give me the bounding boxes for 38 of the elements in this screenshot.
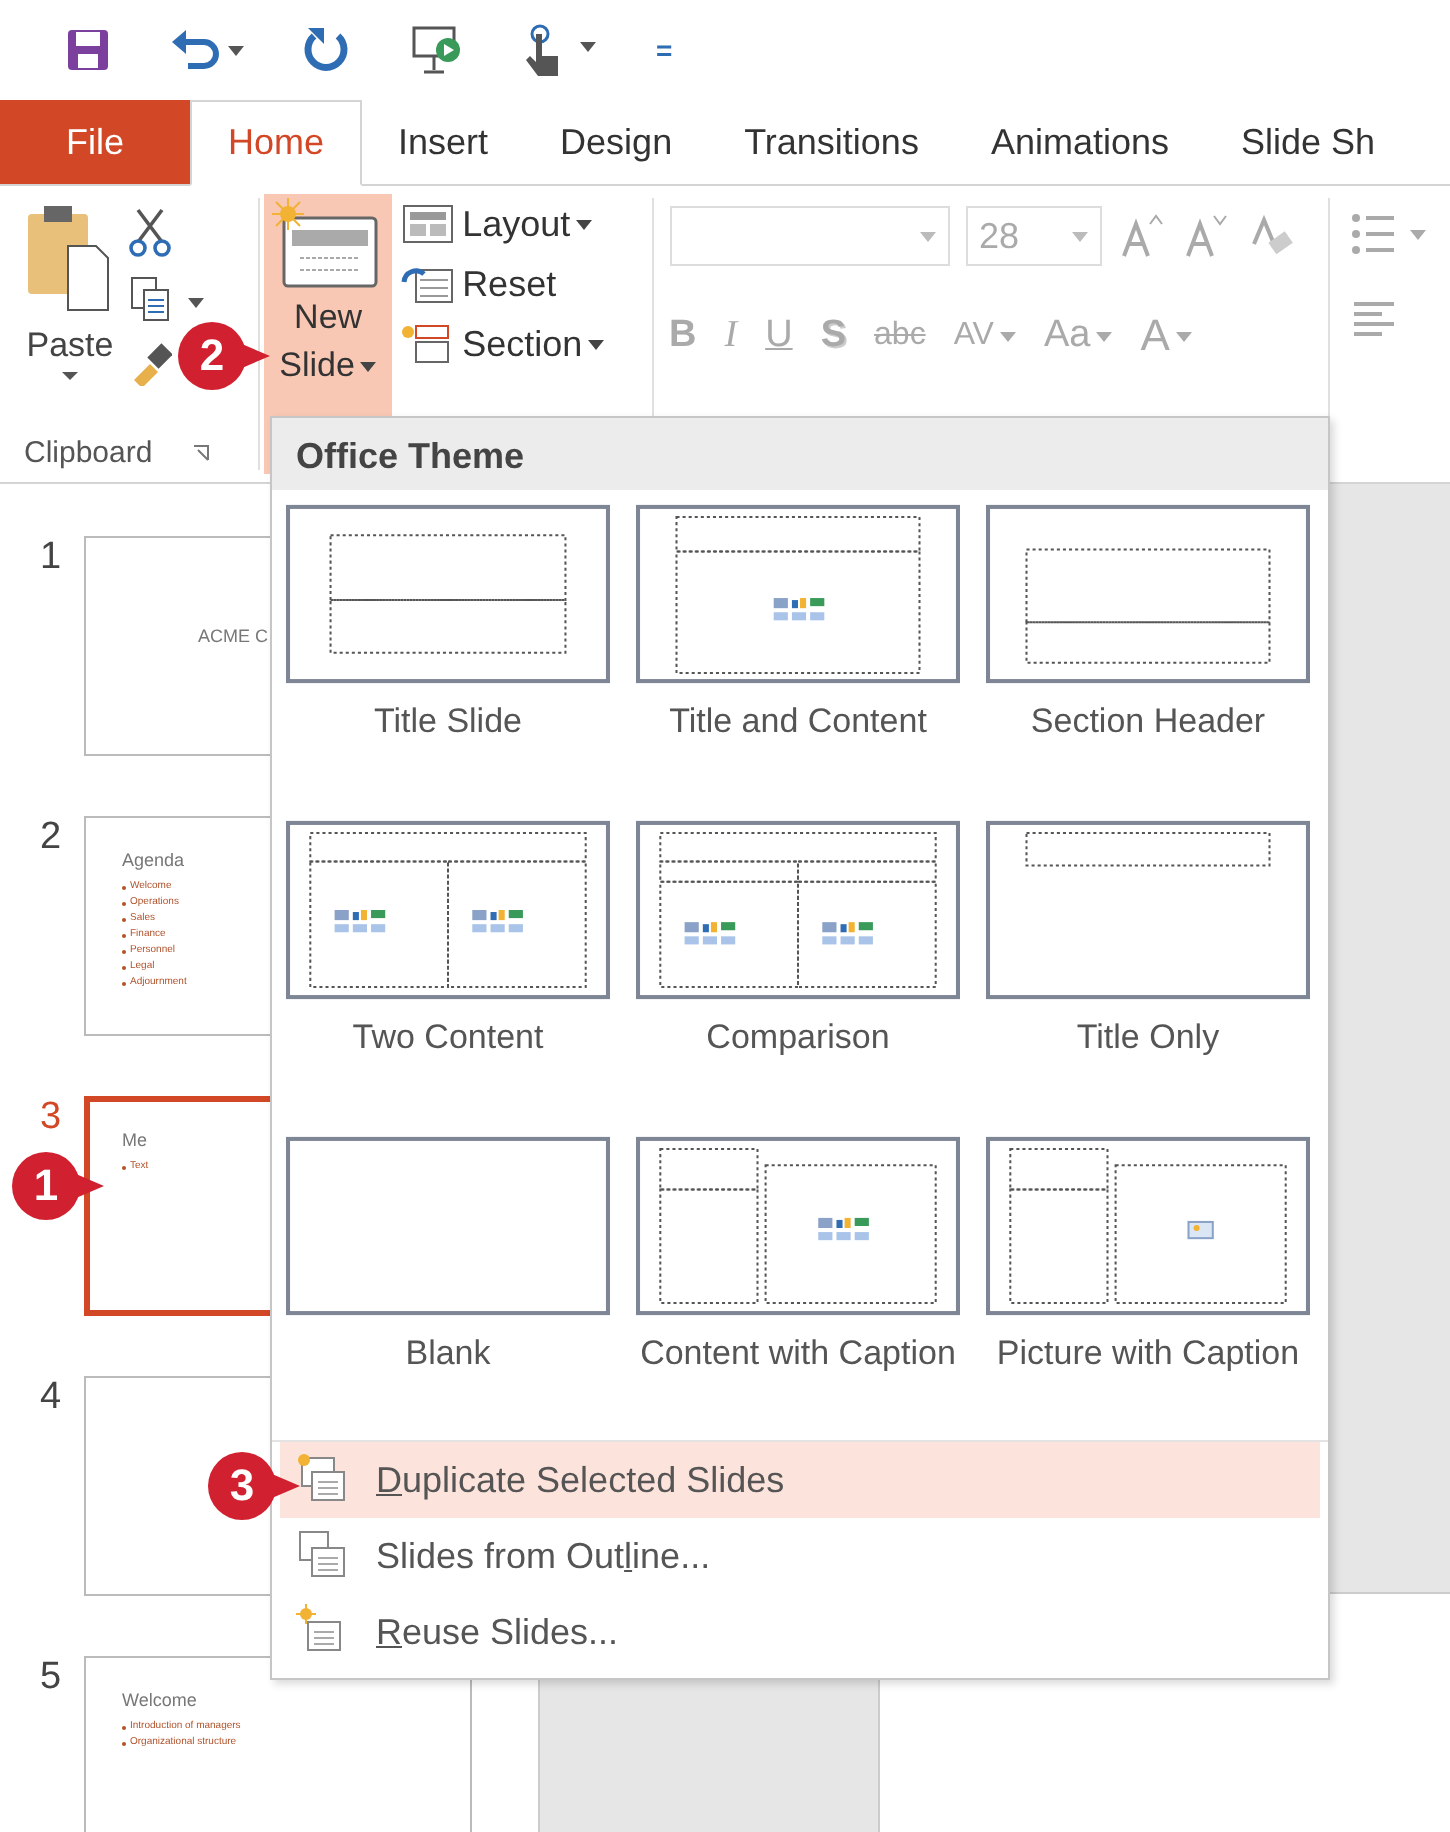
slide-title: ACME C <box>198 626 271 646</box>
slide-command-button[interactable]: Layout <box>400 202 605 246</box>
layout-option[interactable]: Comparison <box>636 820 960 1120</box>
layout-option[interactable]: Two Content <box>286 820 610 1120</box>
slide-number: 2 <box>40 816 64 860</box>
layout-option[interactable]: Title Only <box>986 820 1310 1120</box>
menu-item[interactable]: Slides from Outline... <box>280 1518 1320 1594</box>
slide-title: Agenda <box>122 850 187 870</box>
ribbon-tab[interactable]: Design <box>524 100 709 184</box>
ribbon-tab[interactable]: Home <box>190 100 363 186</box>
slide-number: 5 <box>40 1656 64 1700</box>
slide-title: Welcome <box>122 1690 199 1710</box>
ribbon-tab[interactable]: Animations <box>954 100 1205 184</box>
step-callout: 1 <box>12 1152 104 1220</box>
file-tab[interactable]: File <box>0 100 190 184</box>
layout-option[interactable]: Title and Content <box>636 504 960 804</box>
ribbon-tab[interactable]: Slide Sh <box>1205 100 1412 184</box>
slide-number: 3 <box>40 1096 64 1140</box>
ribbon-tab[interactable]: Insert <box>362 100 525 184</box>
slide-command-button[interactable]: Reset <box>400 262 605 306</box>
paste-button[interactable]: Paste <box>24 202 116 386</box>
step-callout: 2 <box>178 322 270 390</box>
slide-command-button[interactable]: Section <box>400 322 605 366</box>
layout-option[interactable]: Picture with Caption <box>986 1136 1310 1436</box>
slide-title: Me <box>122 1130 150 1150</box>
slide-number: 1 <box>40 536 64 580</box>
step-callout: 3 <box>208 1452 300 1520</box>
menu-item[interactable]: Duplicate Selected Slides <box>280 1442 1320 1518</box>
font-size-value: 28 <box>979 215 1020 257</box>
group-label: Clipboard <box>24 436 153 470</box>
layout-option[interactable]: Blank <box>286 1136 610 1436</box>
customize-toolbar-button[interactable]: = <box>656 34 673 66</box>
layout-option[interactable]: Title Slide <box>286 504 610 804</box>
layout-option[interactable]: Content with Caption <box>636 1136 960 1436</box>
menu-header: Office Theme <box>272 418 1328 490</box>
slide-number: 4 <box>40 1376 64 1420</box>
ribbon-tab[interactable]: Transitions <box>708 100 955 184</box>
layout-option[interactable]: Section Header <box>986 504 1310 804</box>
